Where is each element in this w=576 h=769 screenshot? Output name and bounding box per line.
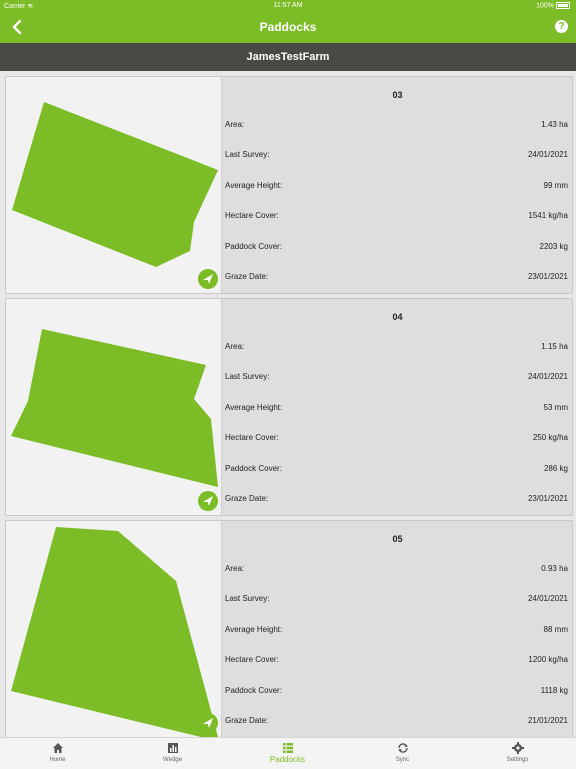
paddock-cover-value: 2203 kg [539,242,568,251]
paddock-card[interactable]: 03 Area: 1.43 ha Last Survey: 24/01/2021 A… [5,76,573,294]
graze-date-value: 23/01/2021 [527,494,568,503]
area-row: Area: 1.15 ha [225,342,568,351]
status-bar: Carrier ≋ 11:57 AM 100% [0,0,576,12]
area-value: 1.15 ha [541,342,568,351]
paddock-number: 04 [392,312,403,322]
tab-sync[interactable]: Sync [345,738,460,769]
paddock-card[interactable]: 04 Area: 1.15 ha Last Survey: 24/01/2021 A… [5,298,573,516]
paddock-cover-row: Paddock Cover: 1118 kg [225,686,568,695]
hectare-cover-row: Hectare Cover: 1541 kg/ha [225,211,568,220]
hectare-cover-value: 1541 kg/ha [528,211,568,220]
tab-bar: Home Wedge Paddocks Sync Settings [0,737,576,769]
last-survey-value: 24/01/2021 [527,150,568,159]
tab-paddocks[interactable]: Paddocks [230,738,345,769]
navigate-arrow-icon [203,496,213,506]
hectare-cover-value: 250 kg/ha [532,433,568,442]
navigate-button[interactable] [198,269,218,289]
paddock-card[interactable]: 05 Area: 0.93 ha Last Survey: 24/01/2021 A… [5,520,573,737]
paddock-shape [11,527,218,737]
tab-home[interactable]: Home [0,738,115,769]
graze-date-value: 23/01/2021 [527,272,568,281]
help-button[interactable]: ? [555,20,568,33]
navigation-bar: Paddocks ? [0,12,576,43]
paddock-cover-row: Paddock Cover: 2203 kg [225,242,568,251]
graze-date-row: Graze Date: 23/01/2021 [225,272,568,281]
navigate-button[interactable] [198,491,218,511]
paddock-details: 05 Area: 0.93 ha Last Survey: 24/01/2021 A… [223,521,572,737]
area-row: Area: 0.93 ha [225,564,568,573]
last-survey-value: 24/01/2021 [527,594,568,603]
average-height-row: Average Height: 53 mm [225,403,568,412]
paddock-shape [11,329,218,487]
bar-chart-icon [167,743,178,753]
hectare-cover-value: 1200 kg/ha [528,655,568,664]
last-survey-value: 24/01/2021 [527,372,568,381]
paddock-details: 04 Area: 1.15 ha Last Survey: 24/01/2021 A… [223,299,572,515]
last-survey-row: Last Survey: 24/01/2021 [225,372,568,381]
navigate-button[interactable] [198,713,218,733]
last-survey-row: Last Survey: 24/01/2021 [225,594,568,603]
paddock-cover-row: Paddock Cover: 286 kg [225,464,568,473]
area-value: 1.43 ha [541,120,568,129]
paddock-number: 05 [392,534,403,544]
paddock-list[interactable]: 03 Area: 1.43 ha Last Survey: 24/01/2021 A… [0,71,576,737]
graze-date-row: Graze Date: 23/01/2021 [225,494,568,503]
average-height-value: 88 mm [543,625,568,634]
status-time: 11:57 AM [273,2,303,9]
gear-icon [511,742,524,754]
farm-name-header: JamesTestFarm [0,43,576,71]
list-icon [282,743,293,753]
graze-date-value: 21/01/2021 [527,716,568,725]
home-icon [52,743,63,753]
average-height-value: 99 mm [543,181,568,190]
graze-date-row: Graze Date: 21/01/2021 [225,716,568,725]
battery-status: 100% [536,2,570,9]
average-height-value: 53 mm [543,403,568,412]
area-value: 0.93 ha [541,564,568,573]
hectare-cover-row: Hectare Cover: 250 kg/ha [225,433,568,442]
paddock-cover-value: 1118 kg [540,686,568,695]
help-icon: ? [558,21,565,32]
paddock-shape [12,102,218,267]
hectare-cover-row: Hectare Cover: 1200 kg/ha [225,655,568,664]
average-height-row: Average Height: 99 mm [225,181,568,190]
navigate-arrow-icon [203,718,213,728]
page-title: Paddocks [259,20,317,34]
average-height-row: Average Height: 88 mm [225,625,568,634]
tab-settings[interactable]: Settings [460,738,575,769]
tab-wedge[interactable]: Wedge [115,738,230,769]
paddock-details: 03 Area: 1.43 ha Last Survey: 24/01/2021 A… [223,77,572,293]
paddock-map-thumbnail [6,77,222,293]
area-row: Area: 1.43 ha [225,120,568,129]
paddock-number: 03 [392,90,403,100]
paddock-map-thumbnail [6,521,222,737]
paddock-cover-value: 286 kg [543,464,568,473]
navigate-arrow-icon [203,274,213,284]
paddock-map-thumbnail [6,299,222,515]
battery-icon [556,2,570,9]
last-survey-row: Last Survey: 24/01/2021 [225,150,568,159]
sync-icon [397,743,408,753]
